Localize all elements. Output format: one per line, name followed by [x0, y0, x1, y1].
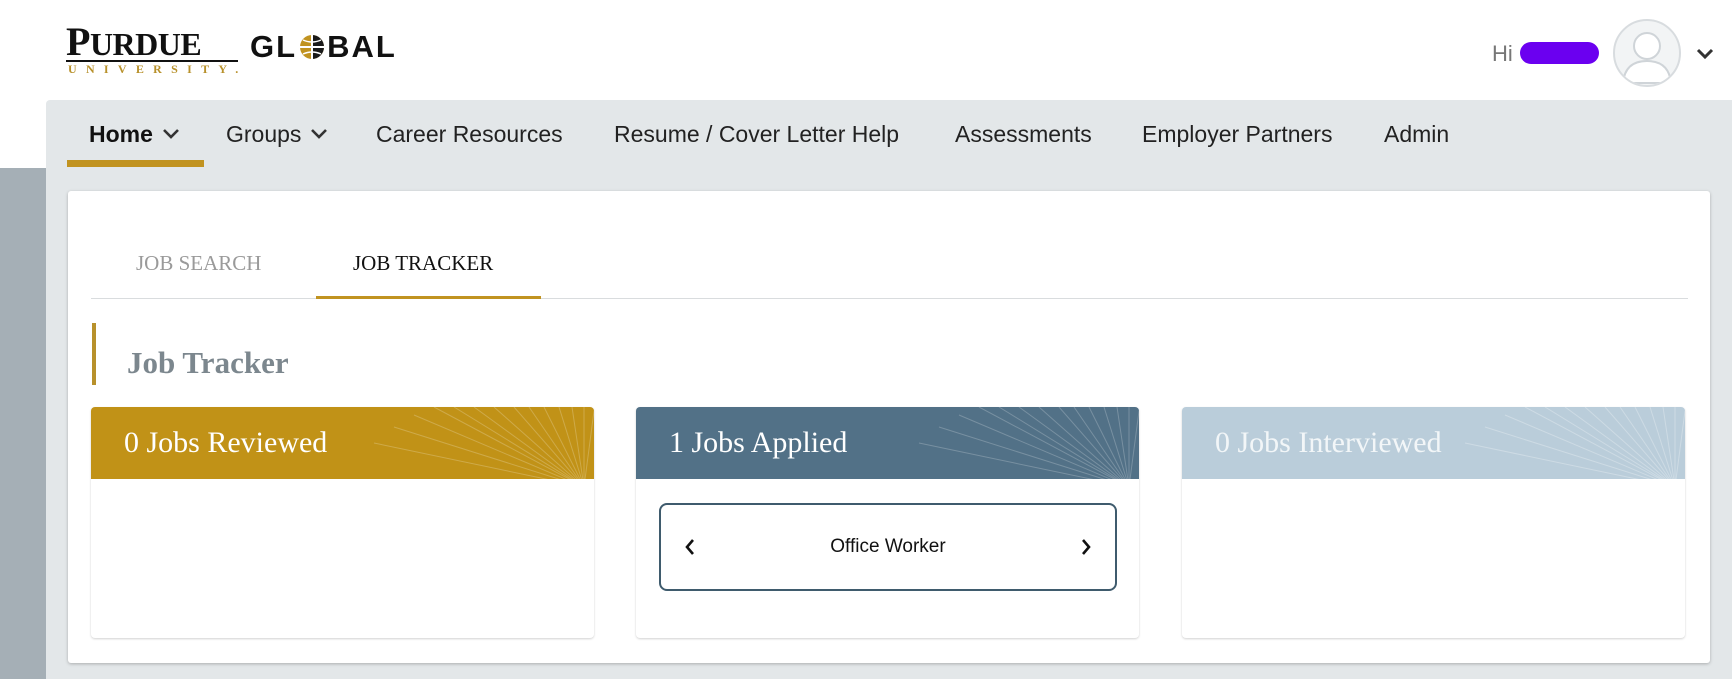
nav-item-label: Home — [89, 120, 153, 147]
user-silhouette-icon — [1621, 32, 1673, 84]
panel-title: 1 Jobs Applied — [669, 426, 848, 459]
nav-item-label: Groups — [226, 120, 302, 147]
rays-decoration-icon — [373, 407, 594, 479]
nav-item-career-resources[interactable]: Career Resources — [376, 100, 563, 168]
globe-icon — [300, 35, 325, 59]
nav-item-home[interactable]: Home — [89, 100, 181, 168]
panel-header: 1 Jobs Applied — [636, 407, 1139, 479]
nav-item-label: Career Resources — [376, 120, 563, 147]
chevron-down-icon — [162, 129, 179, 139]
nav-item-assessments[interactable]: Assessments — [955, 100, 1092, 168]
rays-decoration-icon — [1464, 407, 1685, 479]
nav-item-label: Resume / Cover Letter Help — [614, 120, 900, 147]
job-item-title[interactable]: Office Worker — [661, 536, 1115, 558]
redacted-user-name — [1520, 42, 1599, 64]
logo-university-text: UNIVERSITY. — [68, 62, 248, 76]
nav-item-employer-partners[interactable]: Employer Partners — [1142, 100, 1332, 168]
tab-job-tracker[interactable]: JOB TRACKER — [353, 251, 493, 275]
panel-jobs-reviewed: 0 Jobs Reviewed — [91, 407, 594, 638]
purdue-global-logo[interactable]: PURDUE UNIVERSITY. GL BAL — [66, 20, 406, 80]
chevron-down-icon[interactable] — [1695, 47, 1715, 61]
nav-item-label: Employer Partners — [1142, 120, 1333, 147]
left-sidebar-strip — [0, 168, 46, 679]
panel-title: 0 Jobs Reviewed — [124, 426, 328, 459]
nav-item-label: Assessments — [955, 120, 1092, 147]
panel-jobs-interviewed: 0 Jobs Interviewed — [1182, 407, 1685, 638]
nav-item-label: Admin — [1384, 120, 1450, 147]
nav-item-admin[interactable]: Admin — [1384, 100, 1449, 168]
chevron-right-icon[interactable] — [1079, 537, 1093, 557]
main-nav: Home Groups Career Resources Resume / Co… — [46, 100, 1732, 168]
job-tracker-card: JOB SEARCH JOB TRACKER Job Tracker 0 Job… — [68, 191, 1710, 663]
logo-global-wordmark: GL BAL — [250, 29, 397, 64]
rays-decoration-icon — [918, 407, 1139, 479]
nav-item-groups[interactable]: Groups — [226, 100, 329, 168]
section-accent-bar — [92, 323, 96, 385]
user-avatar-icon[interactable] — [1613, 19, 1681, 87]
panel-jobs-applied: 1 Jobs Applied Office Worker — [636, 407, 1139, 638]
user-greeting: Hi — [1492, 41, 1513, 66]
tab-job-search[interactable]: JOB SEARCH — [136, 251, 261, 275]
section-title: Job Tracker — [127, 345, 289, 380]
chevron-down-icon — [311, 129, 328, 139]
nav-active-indicator — [67, 160, 204, 167]
job-carousel[interactable]: Office Worker — [659, 503, 1117, 591]
panel-title: 0 Jobs Interviewed — [1215, 426, 1442, 459]
panel-header: 0 Jobs Reviewed — [91, 407, 594, 479]
tab-active-indicator — [316, 296, 541, 299]
nav-item-resume-cover-letter-help[interactable]: Resume / Cover Letter Help — [614, 100, 899, 168]
panel-header: 0 Jobs Interviewed — [1182, 407, 1685, 479]
